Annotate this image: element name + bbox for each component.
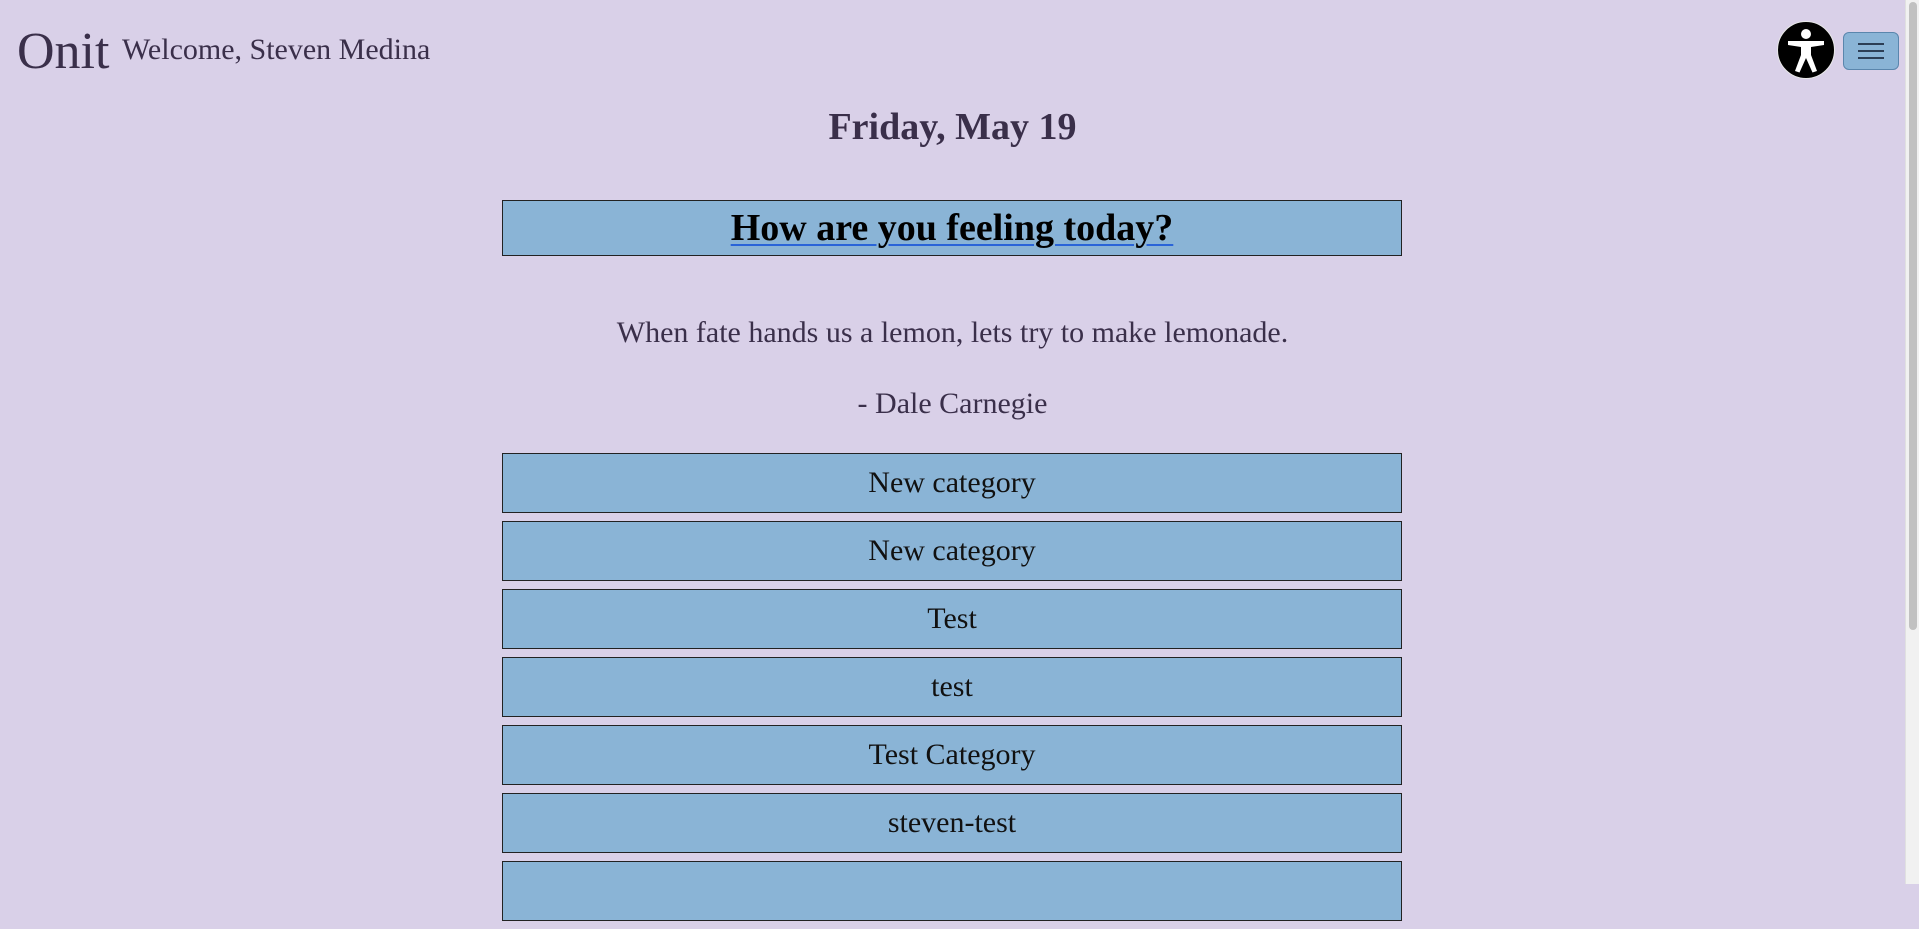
accessibility-person-icon	[1788, 29, 1824, 73]
page-scrollbar[interactable]	[1905, 0, 1919, 884]
category-button[interactable]: New category	[502, 521, 1402, 581]
category-button[interactable]	[502, 861, 1402, 921]
category-button[interactable]: New category	[502, 453, 1402, 513]
mood-prompt-link[interactable]: How are you feeling today?	[731, 206, 1174, 250]
hamburger-menu-icon	[1858, 43, 1884, 59]
top-header: Onit Welcome, Steven Medina	[0, 0, 1905, 100]
mood-prompt-box[interactable]: How are you feeling today?	[502, 200, 1402, 256]
category-button[interactable]: Test Category	[502, 725, 1402, 785]
menu-toggle-button[interactable]	[1843, 32, 1899, 70]
category-button[interactable]: test	[502, 657, 1402, 717]
quote-author: - Dale Carnegie	[857, 387, 1048, 420]
category-button[interactable]: Test	[502, 589, 1402, 649]
accessibility-button[interactable]	[1777, 21, 1835, 79]
category-button[interactable]: steven-test	[502, 793, 1402, 853]
scrollbar-thumb[interactable]	[1909, 2, 1917, 630]
brand-logo[interactable]: Onit	[17, 20, 109, 84]
category-list: New category New category Test test Test…	[502, 453, 1402, 929]
welcome-message: Welcome, Steven Medina	[122, 33, 431, 66]
daily-quote: When fate hands us a lemon, lets try to …	[616, 316, 1289, 349]
current-date: Friday, May 19	[828, 106, 1077, 148]
